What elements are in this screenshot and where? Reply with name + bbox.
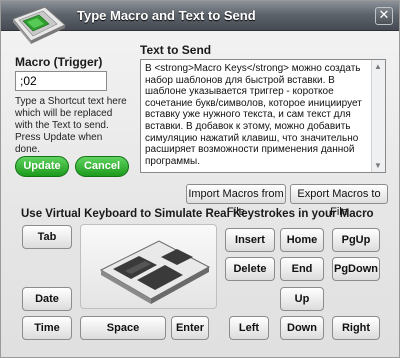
keyboard-icon (99, 240, 211, 304)
import-macros-button[interactable]: Import Macros from File (186, 184, 286, 218)
key-space[interactable]: Space (80, 316, 166, 340)
key-date[interactable]: Date (22, 287, 72, 311)
text-to-send-content: В <strong>Macro Keys</strong> можно созд… (145, 63, 362, 167)
key-right[interactable]: Right (332, 316, 380, 340)
key-pgdown[interactable]: PgDown (332, 257, 380, 281)
macro-hint-text: Type a Shortcut text here which will be … (15, 96, 127, 155)
virtual-keyboard-image (80, 224, 217, 309)
key-pgup[interactable]: PgUp (332, 228, 380, 252)
key-left[interactable]: Left (229, 316, 269, 340)
scroll-up-arrow-icon[interactable]: ▲ (374, 62, 382, 71)
key-enter[interactable]: Enter (171, 316, 209, 340)
macro-trigger-label: Macro (Trigger) (15, 55, 103, 69)
key-home[interactable]: Home (280, 228, 324, 252)
text-to-send-label: Text to Send (140, 43, 212, 57)
macro-dialog: Type Macro and Text to Send ✕ Macro (Tri… (0, 0, 400, 358)
text-scrollbar[interactable]: ▲ ▼ (371, 60, 385, 172)
key-tab[interactable]: Tab (22, 225, 72, 249)
key-insert[interactable]: Insert (225, 228, 275, 252)
close-button[interactable]: ✕ (375, 7, 393, 25)
key-time[interactable]: Time (22, 316, 72, 340)
virtual-keyboard-heading: Use Virtual Keyboard to Simulate Real Ke… (21, 208, 374, 220)
key-delete[interactable]: Delete (225, 257, 275, 281)
text-to-send-textarea[interactable]: В <strong>Macro Keys</strong> можно созд… (140, 59, 386, 173)
export-macros-button[interactable]: Export Macros to File (290, 184, 388, 218)
cancel-button[interactable]: Cancel (75, 156, 129, 177)
window-title: Type Macro and Text to Send (77, 8, 256, 23)
key-down[interactable]: Down (280, 316, 324, 340)
scroll-down-arrow-icon[interactable]: ▼ (374, 161, 382, 170)
keyboard-app-icon (12, 6, 66, 44)
update-button[interactable]: Update (15, 156, 69, 177)
macro-trigger-input[interactable] (15, 71, 107, 91)
key-up[interactable]: Up (280, 287, 324, 311)
key-end[interactable]: End (280, 257, 324, 281)
